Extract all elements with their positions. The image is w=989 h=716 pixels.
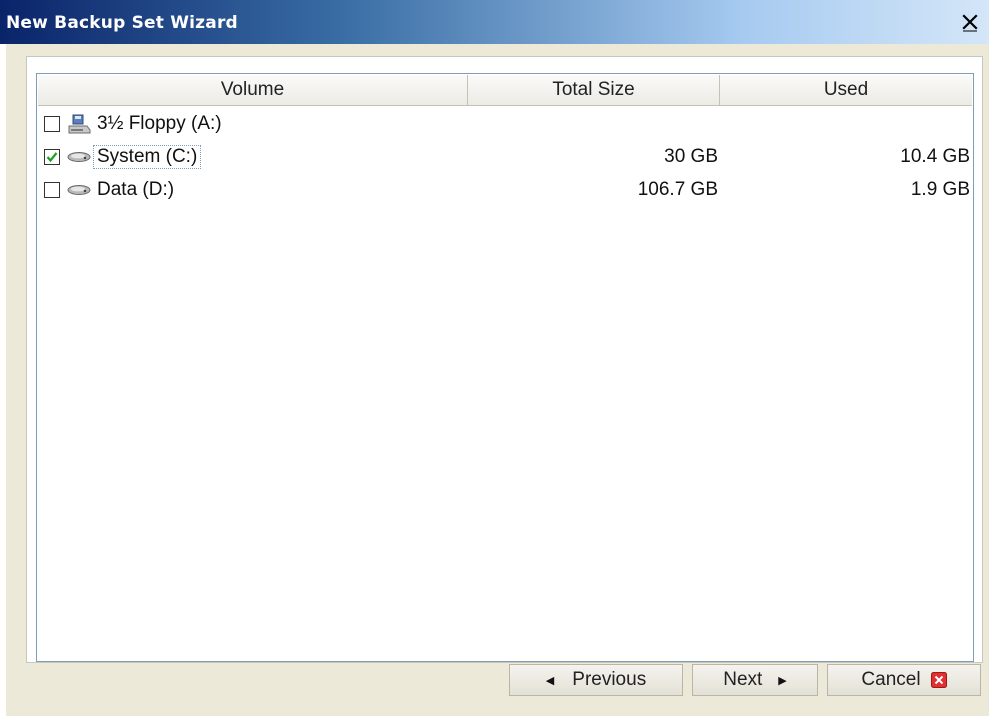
cancel-button[interactable]: Cancel xyxy=(827,664,981,696)
volume-table: Volume Total Size Used 3½ Floppy (A:) Sy… xyxy=(36,73,974,662)
volume-cell: 3½ Floppy (A:) xyxy=(38,113,468,135)
used-cell: 1.9 GB xyxy=(910,178,970,200)
hard-drive-icon xyxy=(66,147,92,167)
table-header: Volume Total Size Used xyxy=(38,75,972,106)
volume-name: Data (D:) xyxy=(97,178,175,200)
table-body: 3½ Floppy (A:) System (C:) 30 GB 10.4 GB… xyxy=(38,107,972,206)
volume-checkbox-a[interactable] xyxy=(44,115,60,132)
volume-checkbox-c[interactable] xyxy=(44,148,60,165)
volume-name: 3½ Floppy (A:) xyxy=(97,112,222,134)
title-bar[interactable]: New Backup Set Wizard xyxy=(0,0,989,44)
volume-cell: Data (D:) xyxy=(38,179,468,201)
table-row[interactable]: System (C:) 30 GB 10.4 GB xyxy=(38,140,972,173)
total-size-cell: 106.7 GB xyxy=(637,178,718,200)
close-icon xyxy=(962,14,978,32)
column-header-total-size[interactable]: Total Size xyxy=(468,75,720,105)
volume-name: System (C:) xyxy=(93,144,202,169)
table-row[interactable]: 3½ Floppy (A:) xyxy=(38,107,972,140)
next-label: Next xyxy=(723,669,763,690)
next-button[interactable]: Next ▶ xyxy=(692,664,818,696)
window-title: New Backup Set Wizard xyxy=(6,13,238,33)
volume-cell: System (C:) xyxy=(38,144,468,169)
previous-button[interactable]: ◀ Previous xyxy=(509,664,683,696)
cancel-x-icon xyxy=(930,672,947,688)
previous-label: Previous xyxy=(572,669,647,690)
volume-checkbox-d[interactable] xyxy=(44,181,60,198)
floppy-drive-icon xyxy=(66,114,92,134)
dialog-body: Volume Total Size Used 3½ Floppy (A:) Sy… xyxy=(6,44,989,716)
checkmark-icon xyxy=(46,151,58,162)
table-row[interactable]: Data (D:) 106.7 GB 1.9 GB xyxy=(38,173,972,206)
volume-panel: Volume Total Size Used 3½ Floppy (A:) Sy… xyxy=(26,56,983,663)
arrow-right-icon: ▶ xyxy=(778,674,787,687)
arrow-left-icon: ◀ xyxy=(545,674,555,687)
total-size-cell: 30 GB xyxy=(664,145,718,167)
close-button[interactable] xyxy=(959,11,981,33)
column-header-used[interactable]: Used xyxy=(720,75,972,105)
cancel-label: Cancel xyxy=(861,669,921,690)
column-header-volume[interactable]: Volume xyxy=(38,75,468,105)
hard-drive-icon xyxy=(66,180,92,200)
used-cell: 10.4 GB xyxy=(900,145,970,167)
